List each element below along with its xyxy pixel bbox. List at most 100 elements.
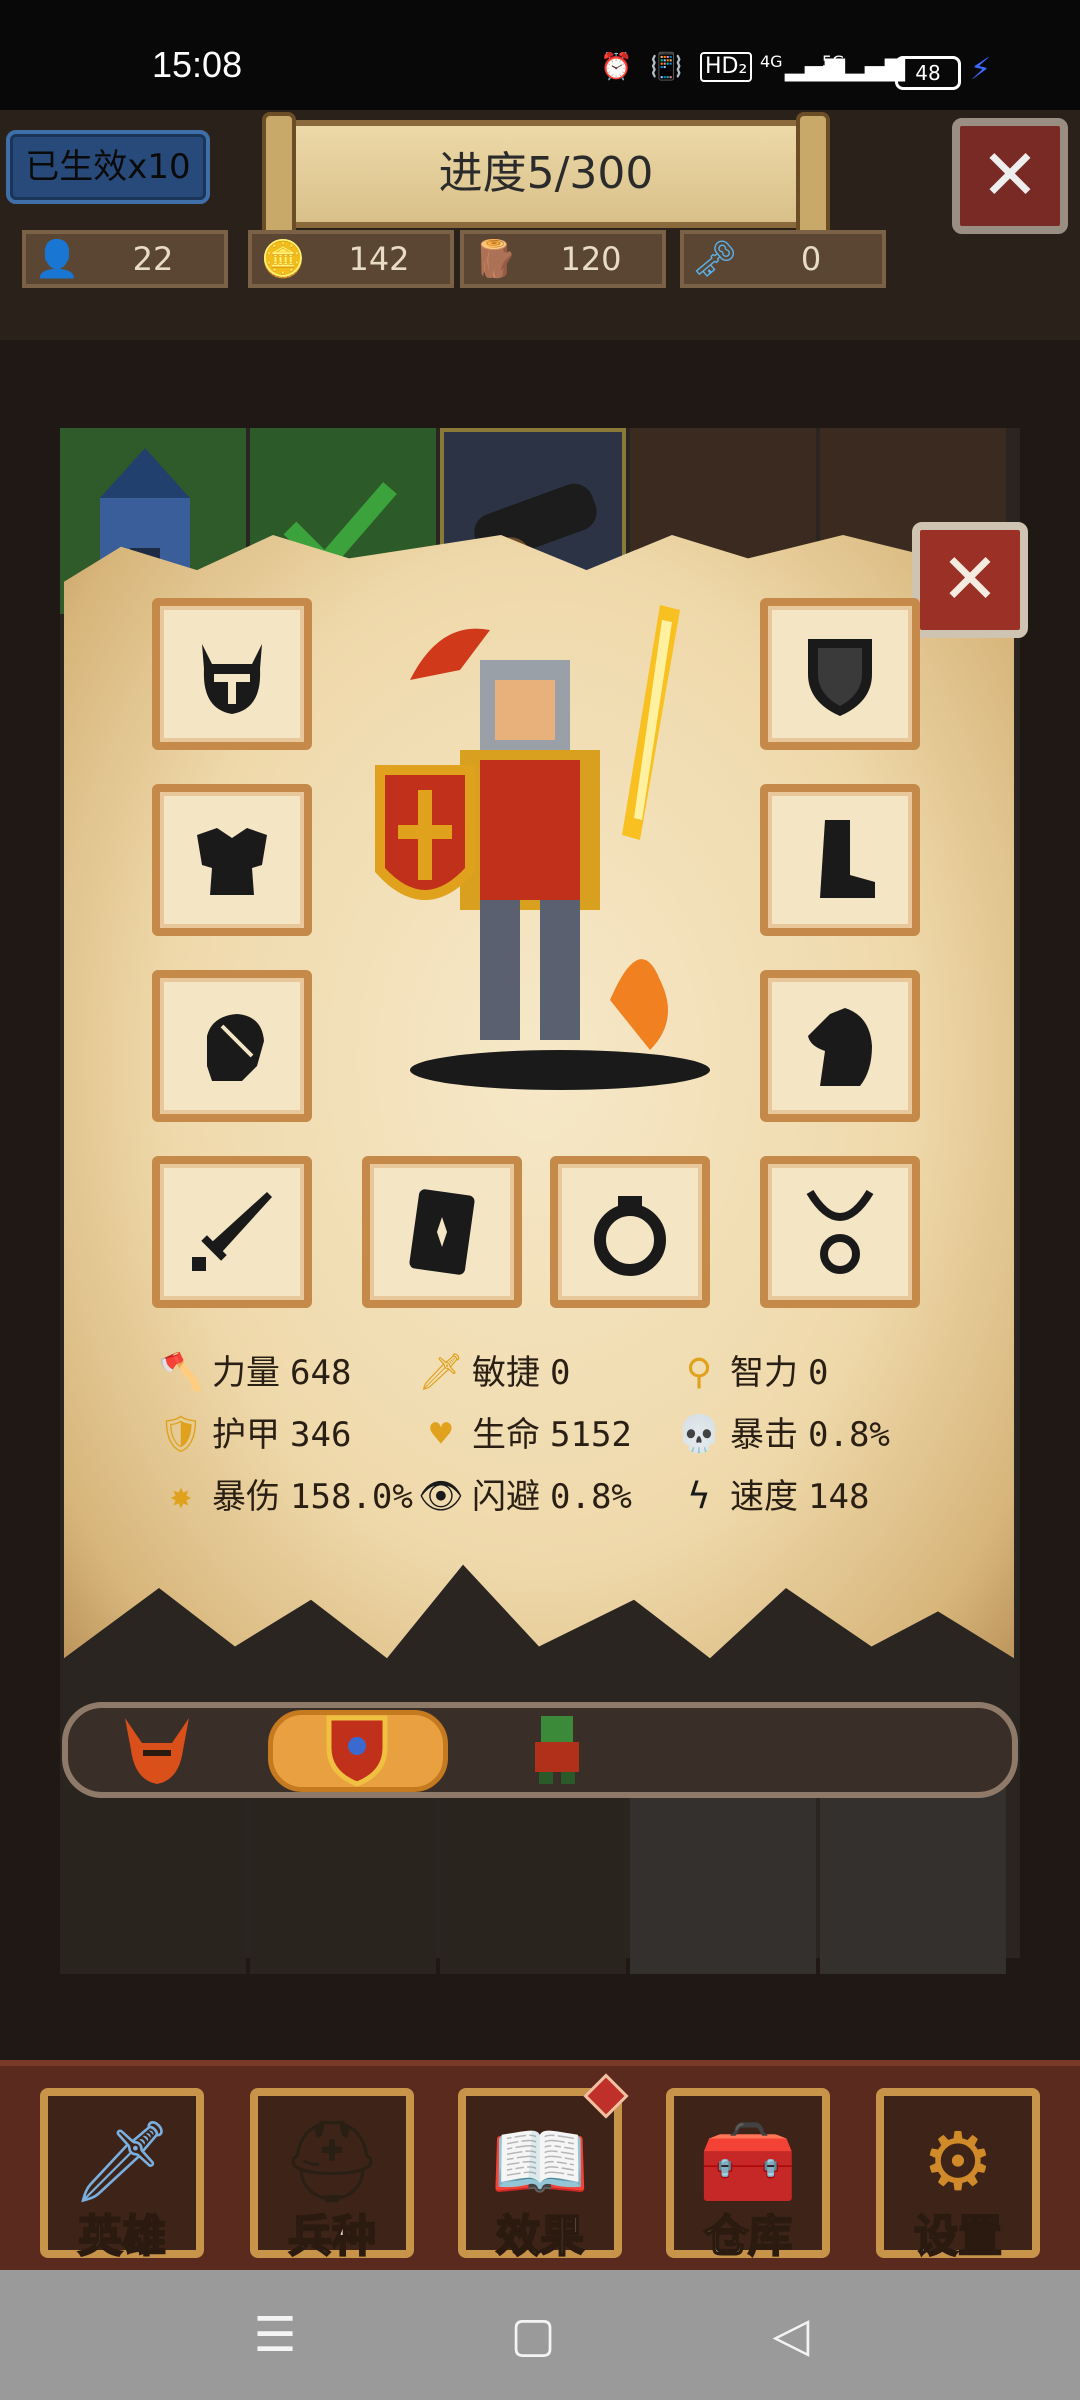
map-tile[interactable] bbox=[440, 1788, 626, 1974]
shield-stat-icon: 🛡 bbox=[158, 1414, 204, 1455]
helmet-slot[interactable] bbox=[152, 598, 312, 750]
nav-label: 仓库 bbox=[703, 2210, 793, 2263]
resource-key: 🗝 0 bbox=[680, 230, 886, 288]
burst-icon: ✸ bbox=[170, 1476, 192, 1517]
dagger-icon: 🗡 bbox=[418, 1352, 464, 1393]
battery-indicator: 48 bbox=[895, 56, 961, 90]
stat-armor: 🛡 护甲 346 bbox=[158, 1410, 351, 1460]
mount-slot[interactable] bbox=[760, 970, 920, 1122]
gold-coins-icon: 🪙 bbox=[260, 239, 306, 280]
resource-population: 👤 22 bbox=[22, 230, 228, 288]
stat-label: 闪避 bbox=[472, 1477, 540, 1517]
orc-hero-icon bbox=[535, 1716, 579, 1784]
stat-crit: 💀 暴击 0.8% bbox=[676, 1410, 890, 1460]
resource-value: 22 bbox=[132, 240, 174, 278]
stat-label: 力量 bbox=[212, 1353, 280, 1393]
horned-helmet-hero-icon bbox=[125, 1718, 189, 1784]
map-tile[interactable] bbox=[250, 1788, 436, 1974]
magic-key-icon: 🗝 bbox=[692, 239, 738, 280]
alarm-icon: ⏰ bbox=[600, 52, 633, 82]
ring-icon bbox=[594, 1196, 666, 1276]
treasure-chest-icon: 🧰 bbox=[698, 2115, 798, 2208]
back-icon[interactable]: ◁ bbox=[756, 2300, 826, 2370]
shield-slot[interactable] bbox=[760, 598, 920, 750]
stat-intelligence: ⚲ 智力 0 bbox=[676, 1348, 829, 1398]
scroll-roll-left bbox=[262, 112, 296, 242]
stat-crit-damage: ✸ 暴伤 158.0% bbox=[158, 1472, 413, 1522]
card-icon bbox=[409, 1189, 475, 1275]
population-icon: 👤 bbox=[34, 239, 80, 280]
axe-icon: 🪓 bbox=[158, 1352, 204, 1393]
wood-logs-icon: 🪵 bbox=[472, 239, 518, 280]
resource-wood: 🪵 120 bbox=[460, 230, 666, 288]
staff-icon: ⚲ bbox=[685, 1352, 713, 1393]
chest-armor-icon bbox=[197, 828, 267, 895]
resource-value: 120 bbox=[560, 240, 622, 278]
hd-label: HD₂ bbox=[700, 52, 753, 82]
charging-icon: ⚡ bbox=[970, 52, 992, 87]
sword-icon bbox=[192, 1192, 272, 1271]
nav-storage-button[interactable]: 🧰 仓库 bbox=[666, 2088, 830, 2263]
helmet-icon bbox=[202, 644, 262, 714]
stat-value: 0.8% bbox=[550, 1477, 632, 1517]
nav-settings-button[interactable]: ⚙ 设置 bbox=[876, 2088, 1040, 2263]
card-slot[interactable] bbox=[362, 1156, 522, 1308]
stat-strength: 🪓 力量 648 bbox=[158, 1348, 352, 1398]
nav-label: 效果 bbox=[495, 2210, 585, 2263]
map-tile[interactable] bbox=[630, 1788, 816, 1974]
stat-value: 158.0% bbox=[290, 1477, 413, 1517]
status-bar: 15:08 ⏰ 📳 HD₂ 4G ▂▄▆ 5G ▂▄▆ 48 ⚡ bbox=[0, 0, 1080, 110]
stat-label: 护甲 bbox=[212, 1415, 280, 1455]
nav-label: 兵种 bbox=[287, 2210, 377, 2263]
hero-knight-sprite bbox=[375, 605, 710, 1090]
close-icon[interactable]: ✕ bbox=[952, 118, 1068, 234]
stat-value: 5152 bbox=[550, 1415, 632, 1455]
gear-icon: ⚙ bbox=[922, 2115, 994, 2208]
scroll-roll-right bbox=[796, 112, 830, 242]
network-4g-label: 4G bbox=[760, 52, 783, 71]
stat-label: 暴击 bbox=[730, 1415, 798, 1455]
necklace-slot[interactable] bbox=[760, 1156, 920, 1308]
stat-label: 智力 bbox=[730, 1353, 798, 1393]
panel-close-icon[interactable]: ✕ bbox=[912, 522, 1028, 638]
nav-heroes-button[interactable]: 🗡 英雄 bbox=[40, 2088, 204, 2263]
nav-label: 设置 bbox=[913, 2210, 1003, 2263]
resource-value: 0 bbox=[800, 240, 822, 278]
boots-icon bbox=[820, 820, 875, 898]
map-tile[interactable] bbox=[60, 1788, 246, 1974]
stat-value: 0 bbox=[550, 1353, 571, 1393]
weapon-slot[interactable] bbox=[152, 1156, 312, 1308]
gauntlet-icon bbox=[207, 1014, 264, 1081]
boots-slot[interactable] bbox=[760, 784, 920, 936]
map-tile[interactable] bbox=[820, 1788, 1006, 1974]
progress-banner: 进度5/300 bbox=[262, 112, 830, 242]
heart-icon: ♥ bbox=[430, 1414, 452, 1455]
hero-tab-orc[interactable] bbox=[512, 1708, 602, 1792]
knight-helmet-icon: ⛑ bbox=[281, 2115, 383, 2208]
hero-tab-shield[interactable] bbox=[312, 1708, 402, 1792]
menu-icon[interactable]: ☰ bbox=[240, 2300, 310, 2370]
stat-value: 0.8% bbox=[808, 1415, 890, 1455]
armor-slot[interactable] bbox=[152, 784, 312, 936]
spellbook-icon: 📖 bbox=[490, 2115, 590, 2208]
status-time: 15:08 bbox=[152, 44, 243, 85]
gloves-slot[interactable] bbox=[152, 970, 312, 1122]
stat-agility: 🗡 敏捷 0 bbox=[418, 1348, 570, 1398]
nav-label: 英雄 bbox=[77, 2210, 167, 2263]
stat-value: 648 bbox=[290, 1353, 352, 1393]
shield-hero-icon bbox=[326, 1715, 388, 1787]
active-effects-badge[interactable]: 已生效x10 bbox=[6, 130, 210, 204]
stat-value: 0 bbox=[808, 1353, 829, 1393]
shield-icon bbox=[808, 639, 872, 716]
stat-label: 敏捷 bbox=[472, 1353, 540, 1393]
eye-icon: 👁 bbox=[418, 1476, 464, 1517]
ring-slot[interactable] bbox=[550, 1156, 710, 1308]
stat-speed: ϟ 速度 148 bbox=[676, 1472, 869, 1522]
progress-text: 进度5/300 bbox=[438, 148, 654, 199]
stat-label: 速度 bbox=[730, 1477, 798, 1517]
hero-tab-horned-helmet[interactable] bbox=[112, 1708, 202, 1792]
resource-value: 142 bbox=[348, 240, 410, 278]
nav-effects-button[interactable]: 📖 效果 bbox=[458, 2088, 622, 2263]
nav-units-button[interactable]: ⛑ 兵种 bbox=[250, 2088, 414, 2263]
home-icon[interactable]: ▢ bbox=[498, 2300, 568, 2370]
